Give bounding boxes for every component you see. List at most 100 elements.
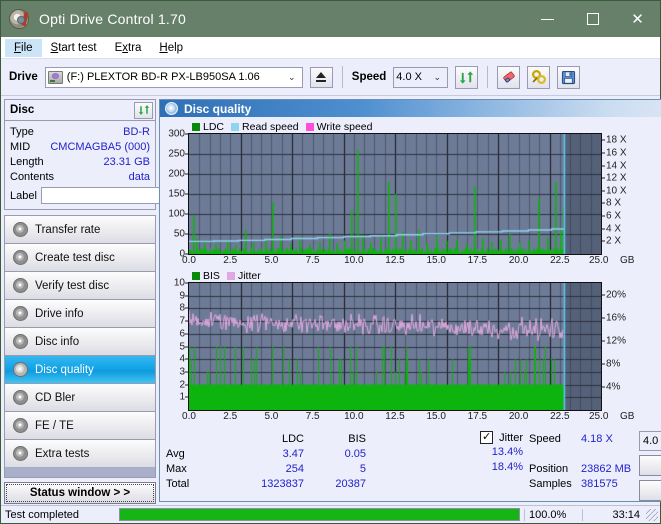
axis-tick-label: 10.0 [344, 255, 363, 266]
sidebar-item-cd-bler[interactable]: CD Bler [4, 383, 156, 411]
maximize-button[interactable] [570, 1, 615, 37]
axis-tick-label: 150 [168, 189, 185, 200]
sidebar-item-label: Verify test disc [35, 280, 109, 292]
axis-tick-label: 20% [606, 289, 626, 300]
title-bar: Opti Drive Control 1.70 ✕ [1, 1, 660, 37]
legend-item-jitter: Jitter [227, 270, 261, 282]
sidebar-item-create-test-disc[interactable]: Create test disc [4, 243, 156, 271]
sidebar-item-disc-quality[interactable]: Disc quality [4, 355, 156, 383]
axis-tick-label: 25.0 [589, 255, 608, 266]
disc-label-key: Label [10, 190, 37, 202]
menu-extra[interactable]: Extra [106, 39, 151, 57]
readout-samples-label: Samples [529, 478, 581, 490]
chevron-down-icon: ⌄ [284, 72, 300, 83]
readout-spacer [529, 446, 633, 461]
menu-start-test[interactable]: Start test [42, 39, 106, 57]
axis-tick [602, 165, 605, 166]
disc-row-type-value: BD-R [123, 126, 150, 138]
jitter-checkbox[interactable]: ✓ [480, 431, 493, 444]
axis-tick-label: 0.0 [182, 255, 196, 266]
sidebar-item-disc-info[interactable]: Disc info [4, 327, 156, 355]
axis-tick-label: 17.5 [468, 255, 487, 266]
sidebar-item-fe-te[interactable]: FE / TE [4, 411, 156, 439]
sidebar-item-extra-tests[interactable]: Extra tests [4, 439, 156, 467]
tools-button[interactable] [527, 66, 550, 89]
axis-tick [602, 228, 605, 229]
refresh-icon [459, 70, 474, 85]
sidebar-item-transfer-rate[interactable]: Transfer rate [4, 215, 156, 243]
status-window-button[interactable]: Status window > > [4, 482, 156, 504]
chart-bottom: 1 2 3 4 5 6 7 8 9 10 4% 8% 12% 16% 20% [162, 282, 661, 411]
axis-tick-label: 22.5 [550, 255, 569, 266]
disc-refresh-button[interactable] [134, 102, 153, 119]
menu-file[interactable]: FFileile [5, 39, 42, 57]
stat-row-label: Max [166, 463, 224, 475]
legend-label: BIS [203, 270, 220, 282]
chart-bottom-y-axis: 1 2 3 4 5 6 7 8 9 10 [162, 282, 188, 411]
axis-tick-label: 16 X [606, 147, 627, 158]
legend-label: LDC [203, 121, 224, 133]
disc-icon [13, 278, 28, 293]
sidebar-item-label: CD Bler [35, 392, 75, 404]
speed-select[interactable]: 4.0 X ⌄ [393, 67, 448, 88]
axis-tick-label: 18 X [606, 135, 627, 146]
disc-row-length: Length 23.31 GB [10, 154, 150, 169]
axis-tick-label: 14 X [606, 160, 627, 171]
sidebar-item-label: Create test disc [35, 252, 115, 264]
axis-tick-label: 2 X [606, 236, 621, 247]
drive-select[interactable]: (F:) PLEXTOR BD-R PX-LB950SA 1.06 ⌄ [45, 67, 303, 88]
axis-tick-label: 50 [174, 229, 185, 240]
disc-icon [13, 446, 28, 461]
drive-icon [48, 71, 63, 84]
tools-icon [531, 69, 547, 85]
axis-tick-label: 250 [168, 149, 185, 160]
drive-toolbar: Drive (F:) PLEXTOR BD-R PX-LB950SA 1.06 … [1, 59, 660, 96]
eject-button[interactable] [310, 67, 333, 88]
axis-tick-label: 12.5 [385, 255, 404, 266]
disc-icon [13, 390, 28, 405]
sidebar-item-label: Disc quality [35, 364, 94, 376]
stat-ldc-avg: 3.47 [224, 448, 304, 460]
sidebar-item-drive-info[interactable]: Drive info [4, 299, 156, 327]
chart-top-right-axis: 2 X4 X6 X8 X 10 X 12 X 14 X 16 X 18 X [602, 133, 636, 255]
menu-help[interactable]: Help [150, 39, 192, 57]
start-full-button[interactable]: Start full [639, 455, 661, 476]
legend-item-ldc: LDC [192, 121, 224, 133]
legend-item-write-speed: Write speed [306, 121, 373, 133]
sidebar-item-label: FE / TE [35, 420, 74, 432]
refresh-button[interactable] [455, 66, 478, 89]
chart-top: 0 50 100 150 200 250 300 2 X4 X6 X8 X 10 X 12 X1… [162, 133, 661, 255]
axis-tick [602, 294, 605, 295]
sidebar-spacer [4, 467, 156, 478]
test-speed-select[interactable]: 4.0 X ⌄ [639, 431, 661, 451]
resize-grip[interactable] [646, 509, 658, 521]
axis-tick [602, 140, 605, 141]
axis-tick [602, 216, 605, 217]
chart-bottom-plot[interactable] [188, 282, 602, 411]
status-bar: Test completed 100.0% 33:14 [1, 505, 660, 523]
chart-top-plot[interactable] [188, 133, 602, 255]
disc-icon [165, 102, 178, 115]
stat-row-label: Total [166, 478, 224, 490]
erase-button[interactable] [497, 66, 520, 89]
legend-item-read-speed: Read speed [231, 121, 299, 133]
save-button[interactable] [557, 66, 580, 89]
progress-bar [119, 508, 520, 521]
axis-tick-label: 20.0 [509, 411, 528, 422]
minimize-button[interactable] [525, 1, 570, 37]
start-part-button[interactable]: Start part [639, 480, 661, 501]
axis-tick [602, 178, 605, 179]
chart-bottom-x-axis: 0.0 2.5 5.0 7.5 10.0 12.5 15.0 17.5 20.0 22.5 25.0… [188, 411, 661, 425]
close-icon[interactable]: ✕ [615, 1, 660, 37]
table-row: Max 254 5 [166, 461, 431, 476]
axis-tick [602, 363, 605, 364]
axis-tick-label: 8% [606, 358, 620, 369]
save-icon [561, 70, 576, 85]
readout-position-label: Position [529, 463, 581, 475]
legend-label: Jitter [238, 270, 261, 282]
sidebar-item-verify-test-disc[interactable]: Verify test disc [4, 271, 156, 299]
axis-tick-label: 100 [168, 209, 185, 220]
legend-label: Write speed [317, 121, 373, 133]
axis-tick-label: 10.0 [344, 411, 363, 422]
disc-panel-header: Disc [5, 100, 155, 121]
